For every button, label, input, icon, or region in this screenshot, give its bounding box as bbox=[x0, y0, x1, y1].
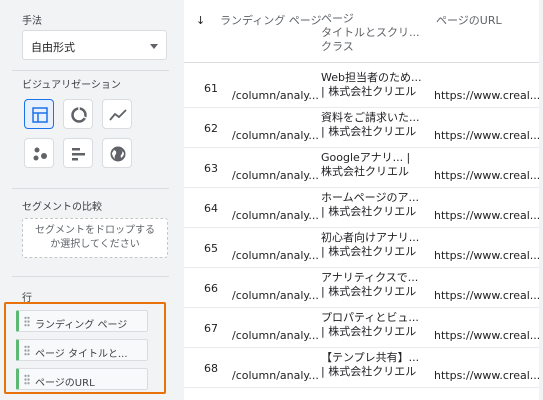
page-url-cell: https://www.creal... bbox=[434, 169, 539, 182]
divider bbox=[12, 188, 169, 189]
title-line: 株式会社クリエル bbox=[321, 165, 409, 178]
table-row[interactable]: 68 /column/analy... 【テンプレ共有】... | 株式会社クリエ… bbox=[184, 348, 539, 388]
landing-page-cell: /column/analy... bbox=[232, 249, 319, 262]
table-row[interactable]: 66 /column/analy... アナリティクスで... | 株式会社クリエ… bbox=[184, 268, 539, 308]
header-line: クラス bbox=[321, 40, 354, 53]
page-url-cell: https://www.creal... bbox=[434, 289, 539, 302]
page-title-cell: ホームページのア... | 株式会社クリエル bbox=[321, 191, 419, 219]
landing-page-cell: /column/analy... bbox=[232, 329, 319, 342]
row-number: 64 bbox=[204, 202, 218, 215]
title-line: | 株式会社クリエル bbox=[321, 125, 417, 138]
page-title-cell: アナリティクスで... | 株式会社クリエル bbox=[321, 271, 418, 299]
table-row[interactable]: 64 /column/analy... ホームページのア... | 株式会社クリエ… bbox=[184, 188, 539, 228]
segment-compare-label: セグメントの比較 bbox=[22, 202, 102, 213]
drag-handle-icon[interactable] bbox=[24, 345, 30, 356]
page-url-cell: https://www.creal... bbox=[434, 249, 539, 262]
viz-bar-button[interactable] bbox=[63, 138, 93, 168]
panel-gutter bbox=[169, 0, 184, 400]
table-row[interactable]: 61 /column/analy... Web担当者のため... | 株式会社クリ… bbox=[184, 68, 539, 108]
line-chart-icon bbox=[109, 109, 127, 121]
table-icon bbox=[32, 107, 48, 123]
exploration-editor: 手法 自由形式 ビジュアリゼーション セグメントの比較 セグメントをドロップする bbox=[0, 0, 543, 400]
table-row[interactable]: 62 /column/analy... 資料をご請求いた... | 株式会社クリエ… bbox=[184, 108, 539, 148]
rows-highlight-box: ランディング ページ ページ タイトルと... ページのURL bbox=[4, 302, 166, 394]
scatter-icon bbox=[33, 147, 47, 161]
drag-handle-icon[interactable] bbox=[24, 316, 30, 327]
drag-handle-icon[interactable] bbox=[24, 374, 30, 385]
title-line: | 株式会社クリエル bbox=[321, 325, 417, 338]
header-line: ページ bbox=[321, 12, 354, 25]
row-number: 67 bbox=[204, 322, 218, 335]
column-header-page-url[interactable]: ページのURL bbox=[436, 14, 502, 28]
column-header-landing-page[interactable]: ランディング ページ bbox=[220, 14, 322, 28]
title-line: Googleアナリ... | bbox=[321, 151, 411, 164]
landing-page-cell: /column/analy... bbox=[232, 289, 319, 302]
page-url-cell: https://www.creal... bbox=[434, 129, 539, 142]
sort-down-icon[interactable]: ↓ bbox=[196, 14, 205, 28]
divider bbox=[12, 70, 169, 71]
data-table: ↓ ランディング ページ ページ タイトルとスクリ... クラス ページのURL… bbox=[184, 0, 539, 400]
viz-scatter-button[interactable] bbox=[24, 138, 54, 168]
title-line: 【テンプレ共有】... bbox=[321, 351, 420, 364]
page-title-cell: Web担当者のため... | 株式会社クリエル bbox=[321, 71, 421, 99]
page-url-cell: https://www.creal... bbox=[434, 329, 539, 342]
row-chip-landing-page[interactable]: ランディング ページ bbox=[16, 310, 148, 332]
technique-select[interactable]: 自由形式 bbox=[22, 30, 167, 60]
page-url-cell: https://www.creal... bbox=[434, 89, 539, 102]
row-number: 62 bbox=[204, 122, 218, 135]
segment-drop-text: セグメントをドロップする bbox=[35, 225, 155, 236]
landing-page-cell: /column/analy... bbox=[232, 129, 319, 142]
title-line: アナリティクスで... bbox=[321, 271, 419, 284]
title-line: プロパティとビュ... bbox=[321, 311, 419, 324]
row-number: 66 bbox=[204, 282, 218, 295]
title-line: | 株式会社クリエル bbox=[321, 205, 417, 218]
page-url-cell: https://www.creal... bbox=[434, 369, 539, 382]
segment-drop-text: か選択してください bbox=[50, 239, 140, 250]
landing-page-cell: /column/analy... bbox=[232, 209, 319, 222]
page-url-cell: https://www.creal... bbox=[434, 209, 539, 222]
title-line: | 株式会社クリエル bbox=[321, 85, 417, 98]
header-line: タイトルとスクリ... bbox=[321, 26, 420, 39]
page-title-cell: プロパティとビュ... | 株式会社クリエル bbox=[321, 311, 419, 339]
table-header: ↓ ランディング ページ ページ タイトルとスクリ... クラス ページのURL bbox=[184, 0, 539, 63]
landing-page-cell: /column/analy... bbox=[232, 169, 319, 182]
viz-geo-button[interactable] bbox=[102, 138, 132, 168]
title-line: 資料をご請求いた... bbox=[321, 111, 420, 124]
technique-value: 自由形式 bbox=[31, 41, 75, 54]
row-number: 68 bbox=[204, 362, 218, 375]
page-title-cell: 【テンプレ共有】... | 株式会社クリエル bbox=[321, 351, 419, 379]
table-row[interactable]: 67 /column/analy... プロパティとビュ... | 株式会社クリエ… bbox=[184, 308, 539, 348]
title-line: ホームページのア... bbox=[321, 191, 419, 204]
row-number: 65 bbox=[204, 242, 218, 255]
landing-page-cell: /column/analy... bbox=[232, 369, 319, 382]
viz-donut-button[interactable] bbox=[63, 99, 93, 129]
donut-chart-icon bbox=[71, 107, 87, 123]
globe-icon bbox=[110, 146, 126, 162]
page-title-cell: 資料をご請求いた... | 株式会社クリエル bbox=[321, 111, 420, 139]
row-number: 61 bbox=[204, 82, 218, 95]
viz-line-button[interactable] bbox=[102, 99, 132, 129]
technique-label: 手法 bbox=[22, 16, 42, 27]
column-header-page-title[interactable]: ページ タイトルとスクリ... クラス bbox=[321, 12, 420, 54]
viz-table-button[interactable] bbox=[24, 99, 54, 129]
segment-drop-zone[interactable]: セグメントをドロップする か選択してください bbox=[22, 218, 168, 258]
landing-page-cell: /column/analy... bbox=[232, 89, 319, 102]
title-line: Web担当者のため... bbox=[321, 71, 422, 84]
title-line: 初心者向けアナリ... bbox=[321, 231, 420, 244]
visualization-label: ビジュアリゼーション bbox=[22, 80, 121, 91]
title-line: | 株式会社クリエル bbox=[321, 365, 417, 378]
title-line: | 株式会社クリエル bbox=[321, 285, 417, 298]
page-title-cell: 初心者向けアナリ... | 株式会社クリエル bbox=[321, 231, 419, 259]
chevron-down-icon bbox=[150, 44, 158, 49]
row-chip-page-url[interactable]: ページのURL bbox=[16, 368, 148, 390]
page-title-cell: Googleアナリ... | 株式会社クリエル bbox=[321, 151, 410, 179]
row-number: 63 bbox=[204, 162, 218, 175]
divider bbox=[12, 276, 169, 277]
title-line: | 株式会社クリエル bbox=[321, 245, 417, 258]
row-chip-page-title[interactable]: ページ タイトルと... bbox=[16, 339, 148, 361]
table-row[interactable]: 65 /column/analy... 初心者向けアナリ... | 株式会社クリエ… bbox=[184, 228, 539, 268]
table-row[interactable]: 63 /column/analy... Googleアナリ... | 株式会社クリ… bbox=[184, 148, 539, 188]
bar-chart-icon bbox=[72, 148, 85, 161]
